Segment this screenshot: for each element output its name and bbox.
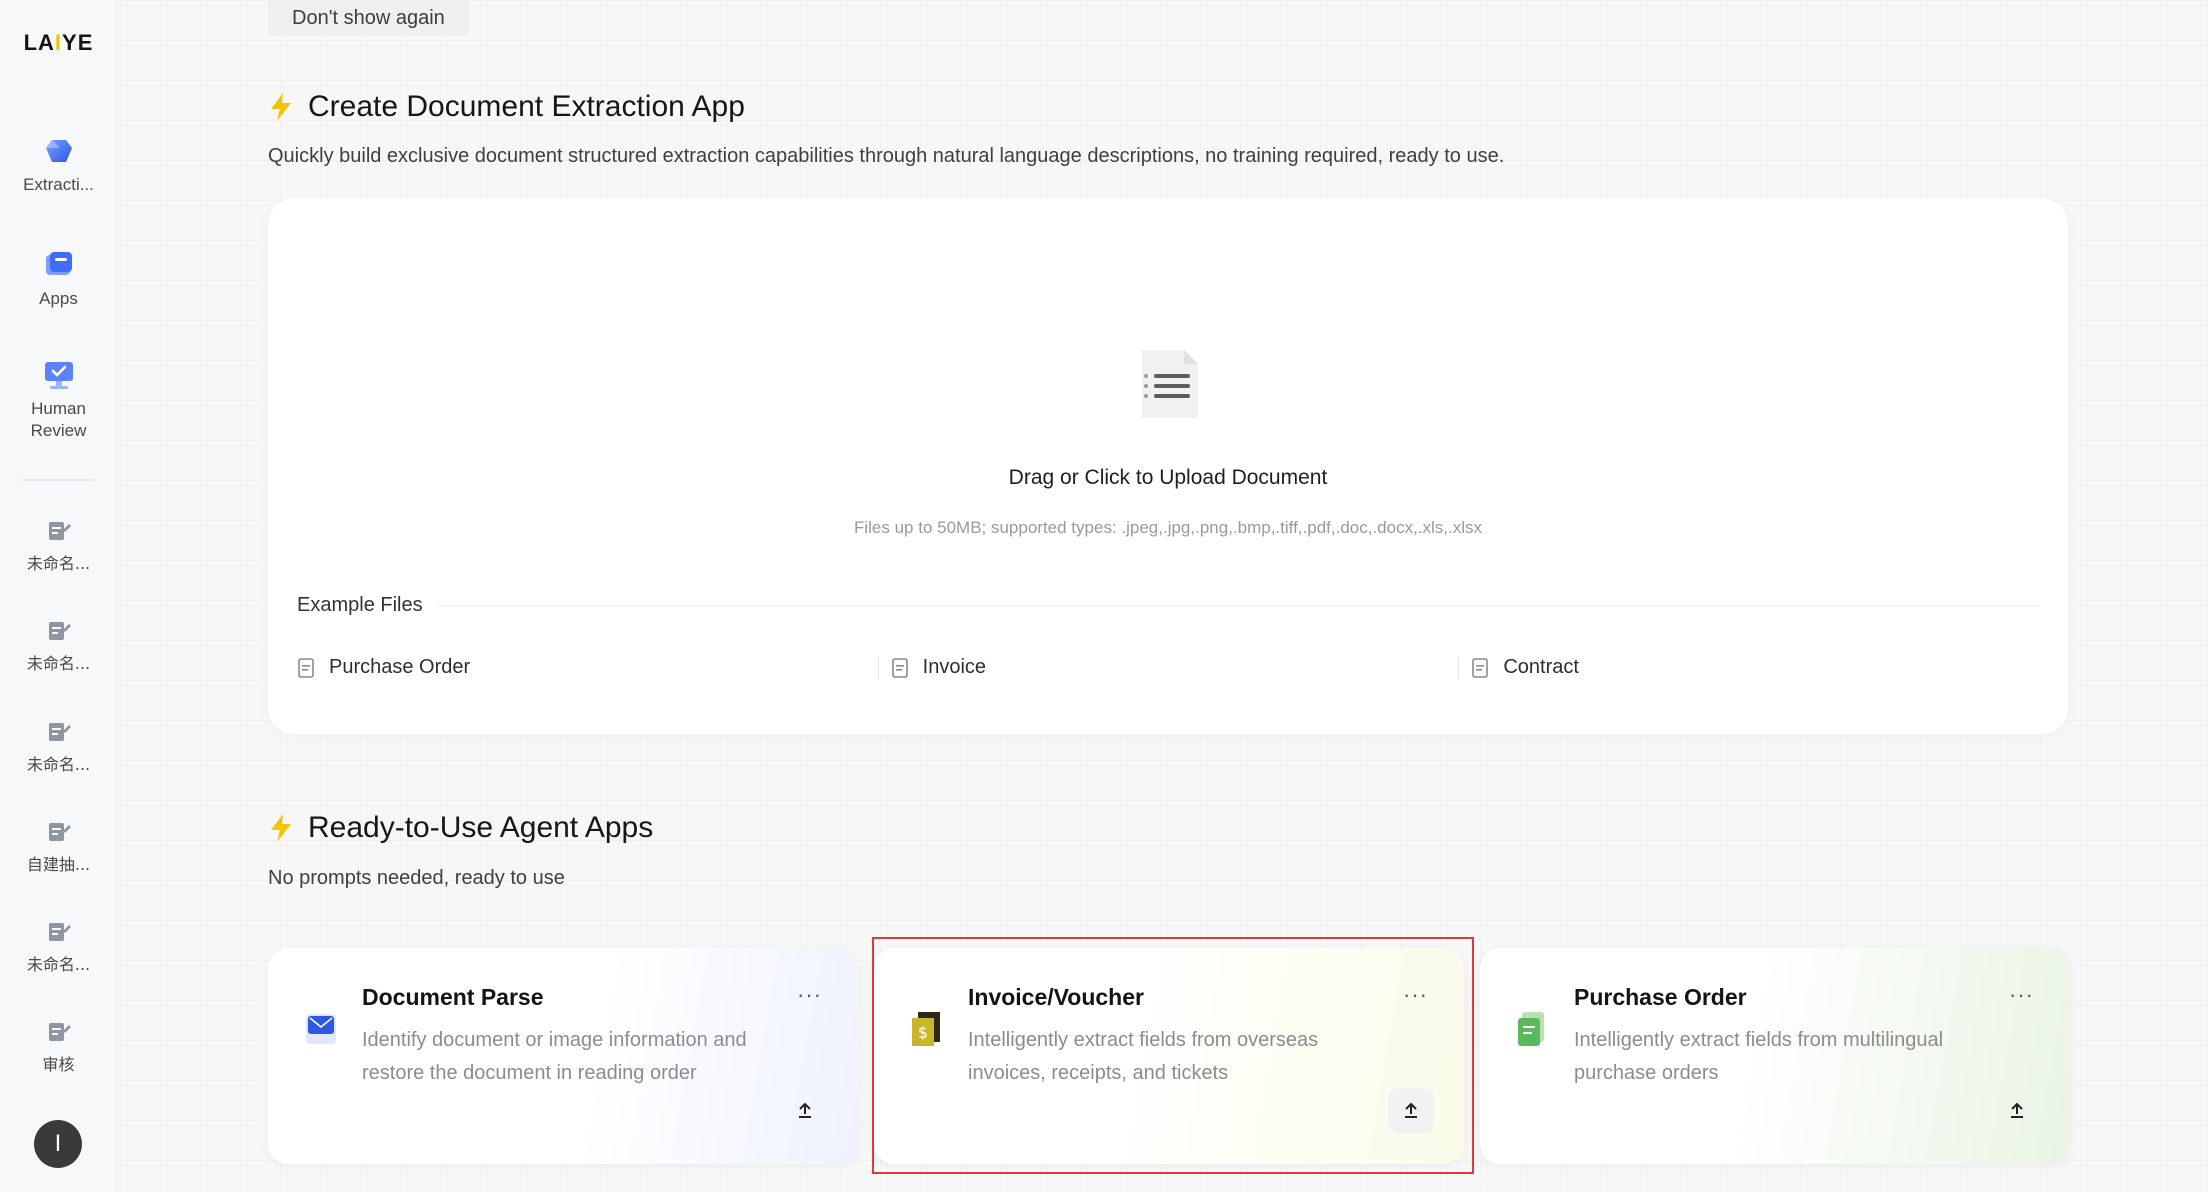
upload-hint: Files up to 50MB; supported types: .jpeg… xyxy=(853,518,1483,537)
invoice-icon: $ xyxy=(912,1012,940,1046)
agent-card-title: Invoice/Voucher xyxy=(968,984,1144,1010)
example-files-list: Purchase Order Invoice Contract xyxy=(297,656,2039,679)
sidebar-doc-label: 未命名... xyxy=(26,554,91,573)
sidebar-doc-label: 自建抽... xyxy=(26,855,91,874)
document-edit-icon xyxy=(48,622,71,640)
nav-human-review-label: Human Review xyxy=(30,399,87,440)
sidebar-doc-item[interactable]: 自建抽... xyxy=(0,819,117,875)
document-edit-icon xyxy=(48,823,71,841)
more-options-button[interactable]: ··· xyxy=(1403,984,1428,1006)
upload-dropzone[interactable]: Drag or Click to Upload Document Files u… xyxy=(268,198,2068,734)
user-avatar[interactable]: I xyxy=(34,1120,82,1168)
upload-title: Drag or Click to Upload Document xyxy=(1008,466,1328,489)
document-edit-icon xyxy=(48,923,71,941)
sidebar-doc-item[interactable]: 审核 xyxy=(0,1019,117,1075)
sidebar-doc-item[interactable]: 未命名... xyxy=(0,919,117,975)
example-file-purchase-order[interactable]: Purchase Order xyxy=(297,656,878,679)
apps-icon xyxy=(42,248,76,282)
sidebar-doc-label: 未命名... xyxy=(26,755,91,774)
upload-icon xyxy=(2011,1102,2023,1118)
nav-apps[interactable]: Apps xyxy=(0,248,117,310)
example-file-invoice[interactable]: Invoice xyxy=(877,656,1459,679)
sidebar-doc-label: 审核 xyxy=(42,1055,75,1074)
example-file-label: Invoice xyxy=(922,656,987,678)
document-parse-icon xyxy=(306,1014,336,1044)
extraction-icon xyxy=(42,134,76,168)
agent-card-desc: Intelligently extract fields from multil… xyxy=(1574,1029,1944,1084)
file-icon xyxy=(891,657,908,678)
sidebar-doc-label: 未命名... xyxy=(26,654,91,673)
monitor-check-icon xyxy=(42,358,76,392)
upload-button[interactable] xyxy=(1388,1088,1434,1134)
nav-extraction-label: Extracti... xyxy=(23,175,94,194)
create-title-text: Create Document Extraction App xyxy=(308,90,745,123)
sidebar-doc-item[interactable]: 未命名... xyxy=(0,719,117,775)
agent-card-title: Document Parse xyxy=(362,984,544,1010)
divider xyxy=(877,656,879,679)
laiye-logo[interactable]: LAIYE xyxy=(0,30,117,56)
sidebar: LAIYE Extracti... Apps Human Review 未命名..… xyxy=(0,0,117,1192)
upload-icon xyxy=(799,1102,811,1118)
divider xyxy=(1458,656,1460,679)
more-options-button[interactable]: ··· xyxy=(797,984,822,1006)
create-subtitle: Quickly build exclusive document structu… xyxy=(268,145,1505,167)
example-files-title: Example Files xyxy=(297,594,423,616)
purchase-order-icon xyxy=(1518,1012,1544,1046)
agent-card-desc: Intelligently extract fields from overse… xyxy=(968,1029,1319,1084)
agents-section-title: Ready-to-Use Agent Apps xyxy=(268,811,653,845)
sidebar-doc-label: 未命名... xyxy=(26,955,91,974)
file-icon xyxy=(1472,657,1489,678)
more-options-button[interactable]: ··· xyxy=(2009,984,2034,1006)
nav-apps-label: Apps xyxy=(39,289,78,308)
example-file-contract[interactable]: Contract xyxy=(1458,656,2039,679)
lightning-icon xyxy=(271,93,291,121)
agent-card-desc: Identify document or image information a… xyxy=(362,1029,747,1084)
sidebar-doc-item[interactable]: 未命名... xyxy=(0,618,117,674)
agent-card-title: Purchase Order xyxy=(1574,984,1747,1010)
svg-text:$: $ xyxy=(918,1023,928,1042)
divider xyxy=(438,605,2039,606)
document-upload-icon xyxy=(1142,350,1198,418)
agent-card-invoice-voucher[interactable]: $ Invoice/Voucher Intelligently extract … xyxy=(874,948,1464,1164)
nav-human-review[interactable]: Human Review xyxy=(0,358,117,442)
sidebar-doc-item[interactable]: 未命名... xyxy=(0,518,117,574)
nav-extraction[interactable]: Extracti... xyxy=(0,134,117,196)
create-section-title: Create Document Extraction App xyxy=(268,90,745,124)
example-file-label: Contract xyxy=(1503,656,1579,678)
agents-subtitle: No prompts needed, ready to use xyxy=(268,867,565,889)
agents-title-text: Ready-to-Use Agent Apps xyxy=(308,811,654,844)
upload-button[interactable] xyxy=(782,1088,828,1134)
dont-show-again-button[interactable]: Don't show again xyxy=(268,0,469,36)
document-edit-icon xyxy=(48,1023,71,1041)
upload-icon xyxy=(1405,1102,1417,1118)
sidebar-divider xyxy=(22,479,94,481)
document-edit-icon xyxy=(48,723,71,741)
example-files-header: Example Files xyxy=(297,594,2039,617)
file-icon xyxy=(298,657,314,678)
lightning-icon xyxy=(271,814,291,842)
agent-card-document-parse[interactable]: Document Parse Identify document or imag… xyxy=(268,948,858,1164)
document-edit-icon xyxy=(48,522,71,540)
upload-button[interactable] xyxy=(1994,1088,2040,1134)
example-file-label: Purchase Order xyxy=(329,656,471,678)
agent-card-purchase-order[interactable]: Purchase Order Intelligently extract fie… xyxy=(1480,948,2070,1164)
